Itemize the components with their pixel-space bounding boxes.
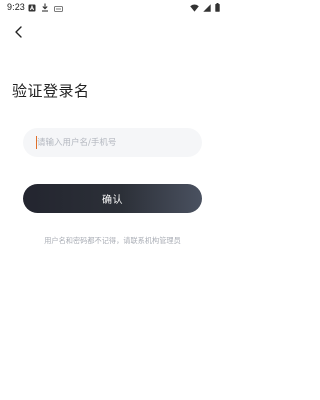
status-left-icons xyxy=(28,3,63,14)
page-title: 验证登录名 xyxy=(12,82,90,100)
back-button[interactable] xyxy=(11,25,25,39)
wifi-icon xyxy=(190,4,199,14)
verify-login-screen: 9:23 验证登录名 请输入用户名/手机号 确认 用户名和密码都不记得，请联系机… xyxy=(0,0,225,400)
forgot-hint-text: 用户名和密码都不记得，请联系机构管理员 xyxy=(44,236,181,245)
status-time: 9:23 xyxy=(7,2,25,12)
notification-a-icon xyxy=(28,4,36,14)
signal-icon xyxy=(203,3,211,14)
confirm-button[interactable]: 确认 xyxy=(23,184,202,213)
text-caret xyxy=(36,136,37,149)
download-icon xyxy=(41,3,49,14)
status-right-icons xyxy=(190,3,220,14)
status-bar: 9:23 xyxy=(0,0,225,16)
username-field[interactable] xyxy=(23,128,202,157)
battery-icon xyxy=(215,3,220,14)
username-input[interactable] xyxy=(37,129,197,156)
dash-icon xyxy=(54,4,63,14)
chevron-left-icon xyxy=(14,23,23,42)
